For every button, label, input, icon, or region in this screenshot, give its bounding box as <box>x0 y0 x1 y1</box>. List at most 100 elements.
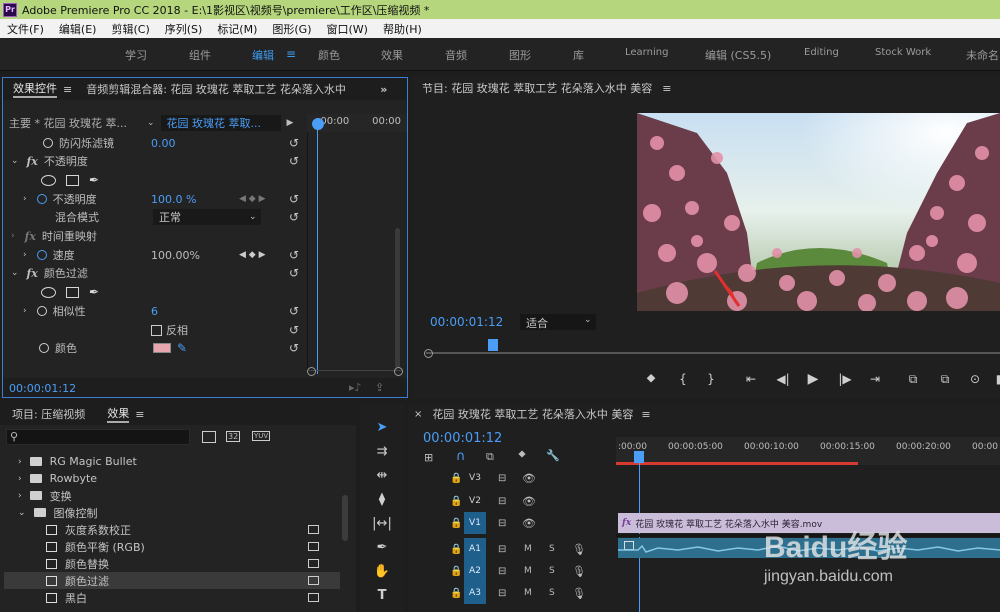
lock-icon[interactable]: 🔒 <box>450 518 462 529</box>
chevron-right-icon[interactable]: › <box>18 457 22 467</box>
wrench-icon[interactable]: 🔧 <box>546 449 560 462</box>
linked-selection-icon[interactable]: ⧉ <box>486 450 494 464</box>
lock-icon[interactable]: 🔒 <box>450 544 462 555</box>
stopwatch-icon[interactable] <box>36 250 47 260</box>
sync-lock-icon[interactable]: ⊟ <box>498 518 506 529</box>
similarity-value[interactable]: 6 <box>151 305 158 318</box>
menu-edit[interactable]: 编辑(E) <box>59 21 97 37</box>
leave-color-row[interactable]: ⌄ fx 颜色过滤 ↺ <box>3 264 303 282</box>
menu-clip[interactable]: 剪辑(C) <box>111 21 149 37</box>
clip-chevron-icon[interactable]: ⌄ <box>147 118 155 128</box>
tree-folder-rowbyte[interactable]: › Rowbyte <box>18 470 97 487</box>
menu-help[interactable]: 帮助(H) <box>383 21 422 37</box>
fx-icon[interactable]: fx <box>27 155 38 168</box>
reset-icon[interactable]: ↺ <box>289 323 303 337</box>
program-scrubber[interactable] <box>426 352 1000 354</box>
yuv-effects-icon[interactable]: YUV <box>252 431 271 441</box>
program-timecode[interactable]: 00:00:01:12 <box>430 315 503 329</box>
microphone-icon[interactable]: 🎙 <box>572 565 586 578</box>
expand-chevron-icon[interactable]: › <box>23 194 27 204</box>
workspace-learn[interactable]: 学习 <box>125 47 147 63</box>
tab-effects[interactable]: 效果 <box>107 405 130 423</box>
zoom-handle-left[interactable] <box>307 367 316 376</box>
slip-tool-icon[interactable]: |↔| <box>372 513 392 533</box>
tree-effect-color-balance[interactable]: 颜色平衡 (RGB) <box>46 538 326 555</box>
time-remap-row[interactable]: › fx 时间重映射 <box>3 227 303 245</box>
keyframe-nav-icon[interactable]: ◀ ◆ ▶ <box>239 194 266 204</box>
sync-lock-icon[interactable]: ⊟ <box>498 473 506 484</box>
track-label[interactable]: V1 <box>464 512 486 534</box>
expand-chevron-icon[interactable]: › <box>23 250 27 260</box>
speed-value[interactable]: 100.00% <box>151 249 200 262</box>
stopwatch-icon[interactable] <box>39 343 49 353</box>
rectangle-mask-icon[interactable] <box>66 174 79 186</box>
effects-scrollbar[interactable] <box>342 495 348 541</box>
reset-icon[interactable]: ↺ <box>289 136 303 150</box>
lock-icon[interactable]: 🔒 <box>450 566 462 577</box>
track-label[interactable]: V2 <box>464 490 486 512</box>
track-label[interactable]: A1 <box>464 538 486 560</box>
menu-file[interactable]: 文件(F) <box>7 21 44 37</box>
panel-menu-icon[interactable]: ≡ <box>135 408 144 421</box>
close-icon[interactable]: × <box>414 409 422 420</box>
sequence-tab[interactable]: 花园 玫瑰花 萃取工艺 花朵落入水中 美容 <box>432 406 633 422</box>
fx-icon[interactable]: fx <box>25 230 36 243</box>
lift-icon[interactable]: ⧉ <box>904 371 922 387</box>
type-tool-icon[interactable]: T <box>372 585 392 605</box>
button-editor-icon[interactable]: ▮ <box>990 371 1000 387</box>
chevron-down-icon[interactable]: ⌄ <box>249 212 257 222</box>
play-audio-icon[interactable]: ▸♪ <box>349 381 362 394</box>
workspace-menu-icon[interactable]: ≡ <box>286 47 296 61</box>
tab-audio-clip-mixer[interactable]: 音频剪辑混合器: 花园 玫瑰花 萃取工艺 花朵落入水中 <box>86 81 364 97</box>
effects-search-input[interactable]: ⚲ <box>6 429 190 445</box>
panel-overflow-icon[interactable]: » <box>380 83 387 96</box>
workspace-libraries[interactable]: 库 <box>573 47 584 63</box>
step-back-icon[interactable]: ◀| <box>774 371 792 387</box>
workspace-effects[interactable]: 效果 <box>381 47 403 63</box>
pen-mask-icon[interactable]: ✒ <box>89 173 99 187</box>
reset-icon[interactable]: ↺ <box>289 304 303 318</box>
eye-icon[interactable]: 👁 <box>522 495 536 508</box>
32bit-effects-icon[interactable]: 32 <box>226 431 241 442</box>
panel-menu-icon[interactable]: ≡ <box>63 83 72 96</box>
eye-icon[interactable]: 👁 <box>522 472 536 485</box>
accelerated-effects-icon[interactable] <box>202 431 216 443</box>
sync-lock-icon[interactable]: ⊟ <box>498 566 506 577</box>
add-marker-icon[interactable]: ⯁ <box>518 450 526 461</box>
microphone-icon[interactable]: 🎙 <box>572 587 586 600</box>
microphone-icon[interactable]: 🎙 <box>572 543 586 556</box>
chevron-right-icon[interactable]: › <box>18 474 22 484</box>
reset-icon[interactable]: ↺ <box>289 248 303 262</box>
mute-button[interactable]: M <box>524 588 532 598</box>
effect-zoom-bar[interactable] <box>309 370 401 376</box>
timeline-timecode[interactable]: 00:00:01:12 <box>423 431 502 446</box>
selection-tool-icon[interactable]: ➤ <box>372 417 392 437</box>
eyedropper-icon[interactable]: ✎ <box>177 341 187 355</box>
add-marker-icon[interactable]: ⯁ <box>642 371 660 387</box>
ripple-edit-tool-icon[interactable]: ⇹ <box>372 465 392 485</box>
mute-button[interactable]: M <box>524 566 532 576</box>
flicker-value[interactable]: 0.00 <box>151 137 176 150</box>
extract-icon[interactable]: ⧉ <box>936 371 954 387</box>
menu-markers[interactable]: 标记(M) <box>217 21 257 37</box>
reverse-checkbox[interactable] <box>151 324 162 336</box>
expand-chevron-icon[interactable]: ⌄ <box>11 156 19 166</box>
effect-scrollbar[interactable] <box>395 228 400 368</box>
zoom-handle-right[interactable] <box>394 367 403 376</box>
stopwatch-icon[interactable] <box>36 194 47 204</box>
workspace-stock-work[interactable]: Stock Work <box>875 47 931 58</box>
sync-lock-icon[interactable]: ⊟ <box>498 544 506 555</box>
program-video-frame[interactable] <box>637 113 1000 311</box>
color-swatch[interactable] <box>153 343 171 353</box>
pen-mask-icon[interactable]: ✒ <box>89 285 99 299</box>
workspace-graphics[interactable]: 图形 <box>509 47 531 63</box>
tree-effect-gamma[interactable]: 灰度系数校正 <box>46 521 326 538</box>
mute-button[interactable]: M <box>524 544 532 554</box>
solo-button[interactable]: S <box>549 588 555 598</box>
chevron-down-icon[interactable]: ⌄ <box>584 315 592 325</box>
lock-icon[interactable]: 🔒 <box>450 588 462 599</box>
eye-icon[interactable]: 👁 <box>522 517 536 530</box>
step-forward-icon[interactable]: |▶ <box>836 371 854 387</box>
workspace-assembly[interactable]: 组件 <box>189 47 211 63</box>
track-select-tool-icon[interactable]: ⇉ <box>372 441 392 461</box>
